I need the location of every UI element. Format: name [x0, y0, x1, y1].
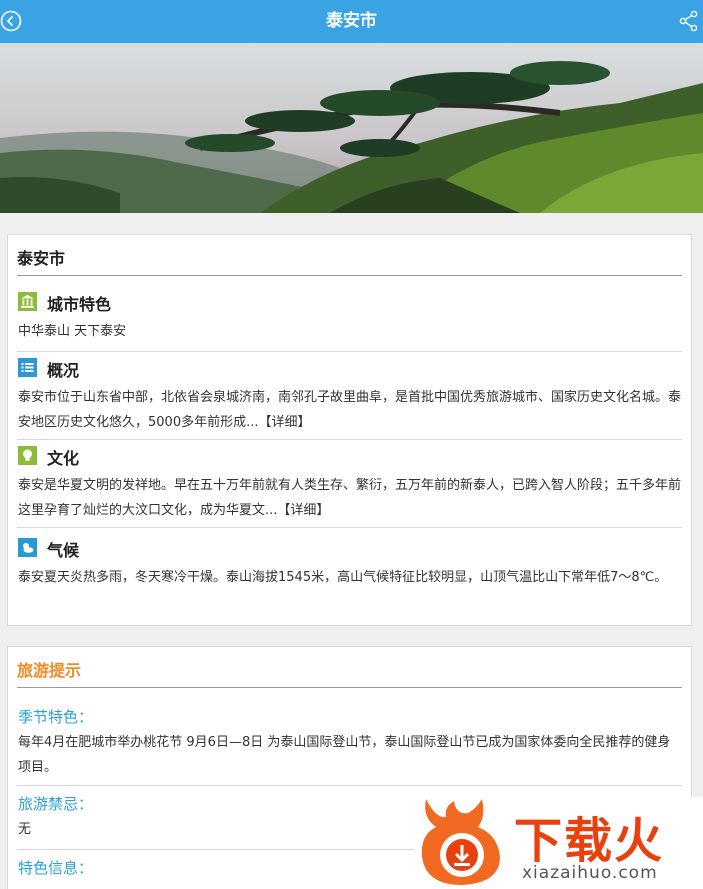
divider — [17, 785, 682, 786]
bank-icon — [18, 292, 37, 311]
page-title: 泰安市 — [326, 11, 377, 31]
divider — [17, 527, 682, 528]
section-label: 文化 — [47, 449, 80, 468]
section-label: 概况 — [47, 361, 80, 380]
section-text: 中华泰山 天下泰安 — [18, 324, 127, 339]
card-title: 泰安市 — [17, 249, 66, 268]
share-icon[interactable] — [679, 10, 699, 32]
divider — [17, 439, 682, 440]
tip-label: 特色信息： — [18, 859, 94, 877]
watermark-url: xiazaihuo.com — [522, 863, 658, 883]
watermark-brand: 下载火 — [514, 813, 665, 869]
divider — [17, 351, 682, 352]
section-label: 气候 — [47, 541, 80, 560]
hero-image — [0, 43, 703, 213]
city-overview-card: 泰安市 城市特色 中华泰山 天下泰安 概况 泰安市位于山东省中部，北依省会泉城济… — [7, 234, 692, 626]
title-rule — [17, 275, 682, 276]
weather-icon — [18, 538, 37, 557]
title-rule — [17, 687, 682, 688]
top-bar: 泰安市 — [0, 0, 703, 43]
lightbulb-icon — [18, 446, 37, 465]
section-text[interactable]: 泰安是华夏文明的发祥地。早在五十万年前就有人类生存、繁衍，五万年前的新泰人，已跨… — [18, 473, 682, 523]
card-title: 旅游提示 — [17, 661, 82, 680]
list-icon — [18, 358, 37, 377]
section-text: 泰安夏天炎热多雨，冬天寒冷干燥。泰山海拔1545米，高山气候特征比较明显，山顶气… — [18, 570, 668, 585]
tip-text: 每年4月在肥城市举办桃花节 9月6日—8日 为泰山国际登山节，泰山国际登山节已成… — [18, 735, 671, 775]
tip-label: 季节特色： — [18, 708, 94, 726]
section-label: 城市特色 — [47, 295, 112, 314]
flame-logo-icon — [421, 799, 500, 885]
watermark-logo: 下载火 xiazaihuo.com — [414, 797, 703, 889]
section-text[interactable]: 泰安市位于山东省中部，北依省会泉城济南，南邻孔子故里曲阜，是首批中国优秀旅游城市… — [18, 385, 682, 435]
tip-label: 旅游禁忌： — [18, 795, 94, 813]
